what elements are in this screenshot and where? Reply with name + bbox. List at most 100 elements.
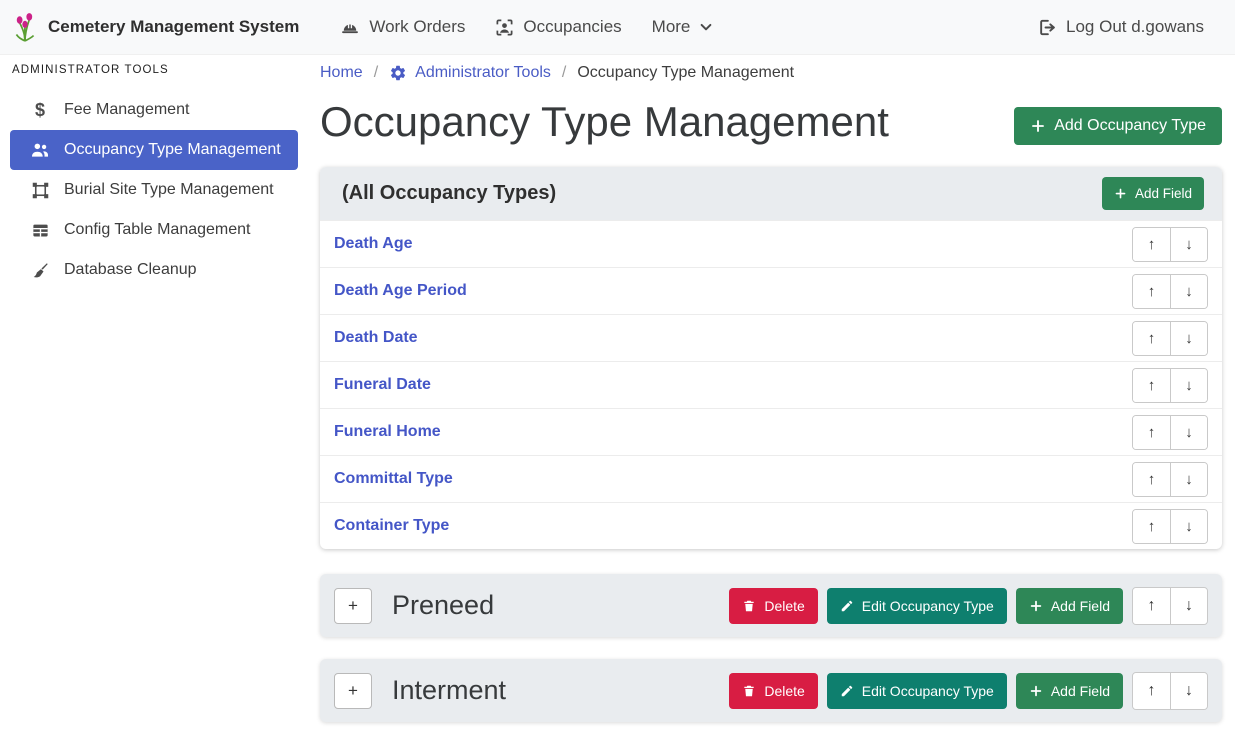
plus-icon <box>1029 599 1043 613</box>
sign-out-icon <box>1038 18 1057 37</box>
field-link-funeral-home[interactable]: Funeral Home <box>334 423 441 441</box>
move-up-button[interactable]: ↑ <box>1133 369 1170 402</box>
arrow-up-icon: ↑ <box>1148 424 1156 441</box>
field-link-committal-type[interactable]: Committal Type <box>334 470 453 488</box>
expand-button[interactable]: + <box>334 673 372 709</box>
reorder-group: ↑ ↓ <box>1132 227 1208 262</box>
field-row: Funeral Date ↑ ↓ <box>320 361 1222 408</box>
arrow-down-icon: ↓ <box>1185 424 1193 441</box>
brand-link[interactable]: Cemetery Management System <box>12 12 299 42</box>
move-up-button[interactable]: ↑ <box>1133 463 1170 496</box>
field-link-funeral-date[interactable]: Funeral Date <box>334 376 431 394</box>
move-up-button[interactable]: ↑ <box>1133 228 1170 261</box>
move-down-button[interactable]: ↓ <box>1170 673 1207 709</box>
pencil-icon <box>840 599 854 613</box>
reorder-group: ↑ ↓ <box>1132 509 1208 544</box>
arrow-down-icon: ↓ <box>1185 236 1193 253</box>
add-field-button[interactable]: Add Field <box>1102 177 1204 210</box>
edit-occupancy-type-button[interactable]: Edit Occupancy Type <box>827 673 1007 709</box>
person-bounding-box-icon <box>495 18 514 37</box>
sidebar-item-database-cleanup[interactable]: Database Cleanup <box>10 250 298 290</box>
field-link-death-age[interactable]: Death Age <box>334 235 413 253</box>
move-down-button[interactable]: ↓ <box>1170 275 1207 308</box>
brand-title: Cemetery Management System <box>48 17 299 37</box>
arrow-down-icon: ↓ <box>1185 597 1193 614</box>
arrow-down-icon: ↓ <box>1185 330 1193 347</box>
chevron-down-icon <box>699 20 713 34</box>
sidebar-item-label: Burial Site Type Management <box>64 181 274 199</box>
add-occupancy-type-button[interactable]: Add Occupancy Type <box>1014 107 1222 145</box>
nav-work-orders[interactable]: Work Orders <box>340 17 465 37</box>
breadcrumb-admin-tools-link[interactable]: Administrator Tools <box>389 64 551 82</box>
arrow-up-icon: ↑ <box>1148 330 1156 347</box>
admin-sidebar: ADMINISTRATOR TOOLS $ Fee Management Occ… <box>0 55 310 738</box>
move-down-button[interactable]: ↓ <box>1170 322 1207 355</box>
field-link-death-date[interactable]: Death Date <box>334 329 418 347</box>
section-actions: Delete Edit Occupancy Type Add Field <box>729 587 1208 625</box>
move-up-button[interactable]: ↑ <box>1133 275 1170 308</box>
nav-occupancies-label: Occupancies <box>523 17 621 37</box>
sidebar-item-label: Config Table Management <box>64 221 251 239</box>
sidebar-item-label: Occupancy Type Management <box>64 141 281 159</box>
move-up-button[interactable]: ↑ <box>1133 673 1170 709</box>
vector-square-icon <box>29 181 51 200</box>
plus-icon: + <box>348 596 358 615</box>
breadcrumb-home-link[interactable]: Home <box>320 64 363 82</box>
section-interment: + Interment Delete Edit Occupancy Type <box>320 659 1222 722</box>
move-down-button[interactable]: ↓ <box>1170 228 1207 261</box>
section-title: Interment <box>392 675 729 706</box>
field-row: Container Type ↑ ↓ <box>320 502 1222 549</box>
sidebar-item-config-table-management[interactable]: Config Table Management <box>10 210 298 250</box>
plus-icon <box>1030 118 1046 134</box>
page-header: Occupancy Type Management Add Occupancy … <box>320 98 1222 146</box>
add-field-button[interactable]: Add Field <box>1016 673 1123 709</box>
arrow-up-icon: ↑ <box>1148 471 1156 488</box>
expand-button[interactable]: + <box>334 588 372 624</box>
edit-occupancy-type-button[interactable]: Edit Occupancy Type <box>827 588 1007 624</box>
move-down-button[interactable]: ↓ <box>1170 416 1207 449</box>
reorder-group: ↑ ↓ <box>1132 274 1208 309</box>
add-field-label: Add Field <box>1051 683 1110 699</box>
delete-label: Delete <box>764 598 804 614</box>
breadcrumb-admin-tools-label: Administrator Tools <box>415 64 551 82</box>
plus-icon <box>1029 684 1043 698</box>
arrow-down-icon: ↓ <box>1185 682 1193 699</box>
sidebar-item-label: Fee Management <box>64 101 189 119</box>
move-down-button[interactable]: ↓ <box>1170 463 1207 496</box>
trash-icon <box>742 684 756 698</box>
nav-occupancies[interactable]: Occupancies <box>495 17 621 37</box>
gear-icon <box>389 64 407 82</box>
move-up-button[interactable]: ↑ <box>1133 416 1170 449</box>
move-down-button[interactable]: ↓ <box>1170 510 1207 543</box>
page-title: Occupancy Type Management <box>320 98 889 146</box>
move-down-button[interactable]: ↓ <box>1170 369 1207 402</box>
move-down-button[interactable]: ↓ <box>1170 588 1207 624</box>
arrow-up-icon: ↑ <box>1148 377 1156 394</box>
field-link-container-type[interactable]: Container Type <box>334 517 449 535</box>
add-occupancy-type-label: Add Occupancy Type <box>1054 117 1206 135</box>
field-row: Death Age ↑ ↓ <box>320 220 1222 267</box>
logout-label: Log Out d.gowans <box>1066 17 1204 37</box>
arrow-up-icon: ↑ <box>1148 518 1156 535</box>
reorder-group: ↑ ↓ <box>1132 368 1208 403</box>
plus-icon: + <box>348 681 358 700</box>
field-row: Death Date ↑ ↓ <box>320 314 1222 361</box>
logout-link[interactable]: Log Out d.gowans <box>1038 17 1204 37</box>
add-field-button[interactable]: Add Field <box>1016 588 1123 624</box>
delete-button[interactable]: Delete <box>729 588 817 624</box>
arrow-up-icon: ↑ <box>1148 597 1156 614</box>
move-up-button[interactable]: ↑ <box>1133 588 1170 624</box>
sidebar-item-fee-management[interactable]: $ Fee Management <box>10 90 298 130</box>
delete-button[interactable]: Delete <box>729 673 817 709</box>
section-preneed: + Preneed Delete Edit Occupancy Type <box>320 574 1222 637</box>
sidebar-item-burial-site-type-management[interactable]: Burial Site Type Management <box>10 170 298 210</box>
sidebar-item-occupancy-type-management[interactable]: Occupancy Type Management <box>10 130 298 170</box>
arrow-up-icon: ↑ <box>1148 682 1156 699</box>
breadcrumb-current: Occupancy Type Management <box>577 64 794 82</box>
nav-more-dropdown[interactable]: More <box>652 17 714 37</box>
move-up-button[interactable]: ↑ <box>1133 322 1170 355</box>
field-row: Committal Type ↑ ↓ <box>320 455 1222 502</box>
section-actions: Delete Edit Occupancy Type Add Field <box>729 672 1208 710</box>
field-link-death-age-period[interactable]: Death Age Period <box>334 282 467 300</box>
move-up-button[interactable]: ↑ <box>1133 510 1170 543</box>
